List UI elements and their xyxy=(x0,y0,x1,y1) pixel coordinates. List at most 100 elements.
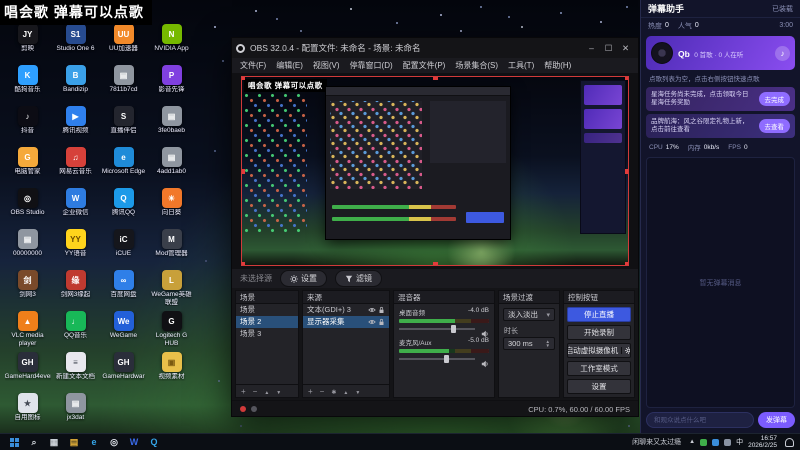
desktop-icon[interactable]: We WeGame xyxy=(100,311,147,351)
virtual-cam-config-icon[interactable] xyxy=(621,347,631,354)
slider-knob[interactable] xyxy=(444,355,449,363)
desktop-icon[interactable]: ▤ 00000000 xyxy=(4,229,51,269)
obs-titlebar[interactable]: OBS 32.0.4 - 配置文件: 未命名 - 场景: 未命名 – ☐ ✕ xyxy=(232,38,638,58)
taskbar-app-search[interactable]: ⌕ xyxy=(24,434,44,450)
desktop-icon[interactable]: ∞ 百度网盘 xyxy=(100,270,147,310)
add-source-icon[interactable] xyxy=(308,387,313,396)
taskbar-app-task-view[interactable]: ▦ xyxy=(44,434,64,450)
taskbar-app-edge[interactable]: e xyxy=(84,434,104,450)
slider-knob[interactable] xyxy=(451,325,457,333)
duration-spinner[interactable]: 300 ms ▲ ▼ xyxy=(503,337,555,350)
close-button[interactable]: ✕ xyxy=(617,38,634,58)
danmaku-input[interactable] xyxy=(646,412,754,428)
desktop-icon[interactable]: S1 Studio One 6 xyxy=(52,24,99,64)
volume-slider[interactable] xyxy=(399,325,489,338)
eye-icon[interactable] xyxy=(368,306,376,314)
desktop-icon[interactable]: iC iCUE xyxy=(100,229,147,269)
maximize-button[interactable]: ☐ xyxy=(600,38,617,58)
desktop-icon[interactable]: ▤ jx3dat xyxy=(52,393,99,433)
desktop-icon[interactable]: GH GameHard4ever xyxy=(4,352,51,392)
desktop-icon[interactable]: ★ 自用图标 xyxy=(4,393,51,433)
selection-handle[interactable] xyxy=(433,262,438,265)
desktop-icon[interactable]: 剑剑网3 xyxy=(4,270,51,310)
desktop-icon[interactable]: G Logitech G HUB xyxy=(148,311,195,351)
menu-item[interactable]: 视图(V) xyxy=(308,58,345,74)
desktop-icon[interactable]: ♪ 抖音 xyxy=(4,106,51,146)
gear-icon[interactable] xyxy=(625,347,631,354)
control-button[interactable]: 开始录制 xyxy=(567,325,631,340)
desktop-icon[interactable]: ♫ 网易云音乐 xyxy=(52,147,99,187)
selection-handle[interactable] xyxy=(242,77,245,80)
desktop-icon[interactable]: ▲ VLC media player xyxy=(4,311,51,351)
speaker-icon-wrap[interactable] xyxy=(481,355,489,373)
desktop-icon[interactable]: L WeGame英雄联盟 xyxy=(148,270,195,310)
desktop-icon[interactable]: ▤ 4add1ab0 xyxy=(148,147,195,187)
menu-item[interactable]: 帮助(H) xyxy=(539,58,576,74)
banner-action-button[interactable]: 去查看 xyxy=(758,119,790,133)
remove-scene-icon[interactable] xyxy=(253,387,258,396)
desktop-icon[interactable]: YY YY语音 xyxy=(52,229,99,269)
tray-expand-icon[interactable]: ▲ xyxy=(689,439,695,445)
input-language-indicator[interactable]: 中 xyxy=(736,437,743,447)
start-button[interactable] xyxy=(4,434,24,450)
desktop-icon[interactable]: ▤ 7811b7cd xyxy=(100,65,147,105)
spinner-arrows-icon[interactable]: ▲ ▼ xyxy=(546,339,550,348)
desktop-icon[interactable]: N NVIDIA App xyxy=(148,24,195,64)
desktop-icon[interactable]: G 电脑管家 xyxy=(4,147,51,187)
taskbar-app-qq[interactable]: Q xyxy=(144,434,164,450)
scene-item[interactable]: 场景 xyxy=(236,304,298,316)
desktop-icon[interactable]: ≡ 新建文本文档 xyxy=(52,352,99,392)
lock-icon[interactable] xyxy=(378,318,385,326)
desktop-icon[interactable]: e Microsoft Edge xyxy=(100,147,147,187)
desktop-icon[interactable]: GH GameHardwar xyxy=(100,352,147,392)
minimize-button[interactable]: – xyxy=(583,38,600,58)
desktop-icon[interactable]: W 企业微信 xyxy=(52,188,99,228)
preview-scene[interactable]: 唱会歌 弹幕可以点歌 xyxy=(241,76,629,266)
desktop-icon[interactable]: ▣ 视频素材 xyxy=(148,352,195,392)
move-source-up-icon[interactable] xyxy=(343,387,348,396)
desktop-icon[interactable]: P 影音先锋 xyxy=(148,65,195,105)
desktop-icon[interactable]: JY 剪映 xyxy=(4,24,51,64)
add-scene-icon[interactable] xyxy=(241,387,246,396)
clock[interactable]: 16:57 2026/2/25 xyxy=(748,435,780,450)
taskbar-app-wegame[interactable]: W xyxy=(124,434,144,450)
speaker-icon[interactable] xyxy=(481,330,489,338)
source-properties-button[interactable]: 设置 xyxy=(280,270,327,287)
desktop-icon[interactable]: UU UU加速器 xyxy=(100,24,147,64)
promo-banner[interactable]: 品牌航海：风之谷限定礼物上新，点击前往查看 去查看 xyxy=(646,114,795,138)
menu-item[interactable]: 工具(T) xyxy=(503,58,539,74)
lock-icon[interactable] xyxy=(378,306,385,314)
source-item[interactable]: 显示器采集 xyxy=(303,316,389,328)
menu-item[interactable]: 文件(F) xyxy=(235,58,271,74)
volume-slider[interactable] xyxy=(399,355,489,368)
transition-select[interactable]: 淡入淡出 xyxy=(503,308,555,321)
obs-preview-area[interactable]: 唱会歌 弹幕可以点歌 xyxy=(232,74,638,268)
control-button[interactable]: 工作室模式 xyxy=(567,361,631,376)
notification-bell-icon[interactable] xyxy=(785,437,794,447)
speaker-icon-wrap[interactable] xyxy=(481,325,489,343)
desktop-icon[interactable]: ▤ 3fe0baeb xyxy=(148,106,195,146)
desktop-icon[interactable]: ▶ 腾讯视频 xyxy=(52,106,99,146)
remove-source-icon[interactable] xyxy=(320,387,325,396)
menu-item[interactable]: 编辑(E) xyxy=(271,58,308,74)
music-player-card[interactable]: Qb 0 首歌 · 0 人在听 xyxy=(646,36,795,70)
source-item[interactable]: 文本(GDI+) 3 xyxy=(303,304,389,316)
selection-handle[interactable] xyxy=(242,169,245,174)
scene-item[interactable]: 场景 3 xyxy=(236,328,298,340)
banner-action-button[interactable]: 去完成 xyxy=(758,92,790,106)
control-button[interactable]: 停止直播 xyxy=(567,307,631,322)
tray-icon[interactable] xyxy=(700,438,708,446)
menu-item[interactable]: 场景集合(S) xyxy=(450,58,503,74)
move-scene-down-icon[interactable] xyxy=(276,387,281,396)
menu-item[interactable]: 停靠窗口(D) xyxy=(345,58,398,74)
source-settings-icon[interactable] xyxy=(331,387,336,396)
send-danmaku-button[interactable]: 发弹幕 xyxy=(758,412,795,428)
desktop-icon[interactable]: M Mod管理器 xyxy=(148,229,195,269)
move-scene-up-icon[interactable] xyxy=(264,387,269,396)
desktop-icon[interactable]: Q 腾讯QQ xyxy=(100,188,147,228)
desktop-icon[interactable]: B Bandizip xyxy=(52,65,99,105)
selection-handle[interactable] xyxy=(625,262,628,265)
source-filters-button[interactable]: 滤镜 xyxy=(335,270,382,287)
eye-icon[interactable] xyxy=(368,318,376,326)
menu-item[interactable]: 配置文件(P) xyxy=(398,58,451,74)
